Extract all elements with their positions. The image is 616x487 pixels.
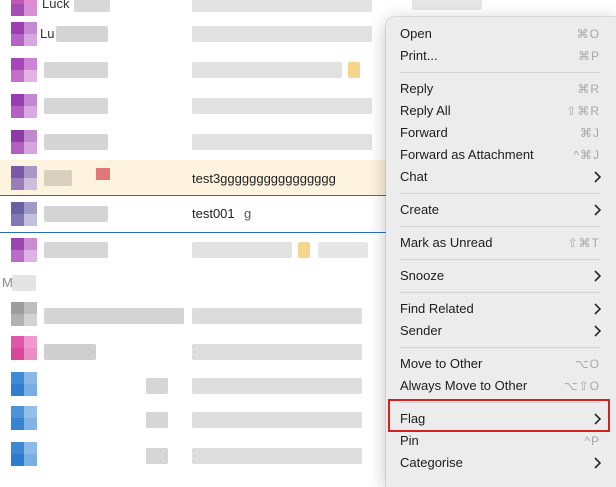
menu-item-label: Create	[400, 202, 440, 217]
menu-separator	[400, 259, 600, 260]
avatar	[11, 202, 37, 226]
menu-separator	[400, 292, 600, 293]
menu-item-label: Mark as Unread	[400, 235, 493, 250]
menu-shortcut: ⌥⇧O	[563, 379, 600, 393]
menu-item-categorise[interactable]: Categorise	[386, 452, 616, 474]
avatar	[11, 22, 37, 46]
avatar	[11, 302, 37, 326]
menu-item-label: Reply	[400, 81, 434, 96]
menu-item-sender[interactable]: Sender	[386, 320, 616, 342]
menu-shortcut: ⌘R	[577, 82, 600, 96]
menu-item-create[interactable]: Create	[386, 199, 616, 221]
menu-item-label: Find Related	[400, 301, 474, 316]
menu-item-label: Sender	[400, 323, 442, 338]
menu-item-label: Chat	[400, 169, 428, 184]
avatar	[11, 372, 37, 396]
menu-item-mark-as-unread[interactable]: Mark as Unread ⇧⌘T	[386, 232, 616, 254]
flag-highlight-outline	[388, 399, 610, 432]
message-subject: test3gggggggggggggggg	[192, 171, 336, 186]
category-color-tag	[96, 168, 110, 180]
menu-shortcut: ⌘P	[577, 49, 600, 63]
menu-item-label: Open	[400, 26, 432, 41]
menu-item-chat[interactable]: Chat	[386, 166, 616, 188]
avatar	[11, 166, 37, 190]
menu-item-pin[interactable]: Pin ^P	[386, 430, 616, 452]
avatar	[11, 58, 37, 82]
menu-separator	[400, 193, 600, 194]
menu-item-reply[interactable]: Reply ⌘R	[386, 78, 616, 100]
menu-shortcut: ⇧⌘T	[567, 236, 600, 250]
menu-item-move-to-other[interactable]: Move to Other ⌥O	[386, 353, 616, 375]
avatar	[11, 0, 37, 16]
menu-item-reply-all[interactable]: Reply All ⇧⌘R	[386, 100, 616, 122]
menu-shortcut: ⌘O	[576, 27, 600, 41]
menu-item-label: Forward	[400, 125, 448, 140]
avatar	[11, 406, 37, 430]
menu-shortcut: ⌥O	[574, 357, 600, 371]
menu-item-label: Categorise	[400, 455, 463, 470]
avatar	[11, 336, 37, 360]
menu-shortcut: ⌘J	[580, 126, 600, 140]
menu-item-label: Reply All	[400, 103, 451, 118]
menu-item-label: Print...	[400, 48, 438, 63]
menu-shortcut: ^P	[584, 434, 600, 448]
chevron-right-icon	[594, 171, 602, 183]
menu-separator	[400, 72, 600, 73]
avatar	[11, 130, 37, 154]
menu-item-snooze[interactable]: Snooze	[386, 265, 616, 287]
menu-item-forward-as-attachment[interactable]: Forward as Attachment ^⌘J	[386, 144, 616, 166]
chevron-right-icon	[594, 204, 602, 216]
chevron-right-icon	[594, 325, 602, 337]
menu-shortcut: ⇧⌘R	[566, 104, 600, 118]
menu-item-label: Pin	[400, 433, 419, 448]
menu-separator	[400, 226, 600, 227]
sender-name: Luck	[42, 0, 70, 11]
menu-item-print[interactable]: Print... ⌘P	[386, 45, 616, 67]
menu-item-label: Always Move to Other	[400, 378, 528, 393]
message-subject: test001	[192, 206, 235, 221]
menu-item-label: Move to Other	[400, 356, 483, 371]
avatar	[11, 442, 37, 466]
avatar	[11, 238, 37, 262]
chevron-right-icon	[594, 457, 602, 469]
message-preview: g	[244, 206, 252, 221]
sender-name: Lu	[40, 26, 55, 41]
avatar	[11, 94, 37, 118]
menu-item-forward[interactable]: Forward ⌘J	[386, 122, 616, 144]
menu-item-label: Forward as Attachment	[400, 147, 534, 162]
chevron-right-icon	[594, 270, 602, 282]
menu-item-always-move-to-other[interactable]: Always Move to Other ⌥⇧O	[386, 375, 616, 397]
menu-item-open[interactable]: Open ⌘O	[386, 23, 616, 45]
menu-item-label: Snooze	[400, 268, 445, 283]
menu-separator	[400, 347, 600, 348]
chevron-right-icon	[594, 303, 602, 315]
menu-shortcut: ^⌘J	[573, 148, 600, 162]
menu-item-find-related[interactable]: Find Related	[386, 298, 616, 320]
